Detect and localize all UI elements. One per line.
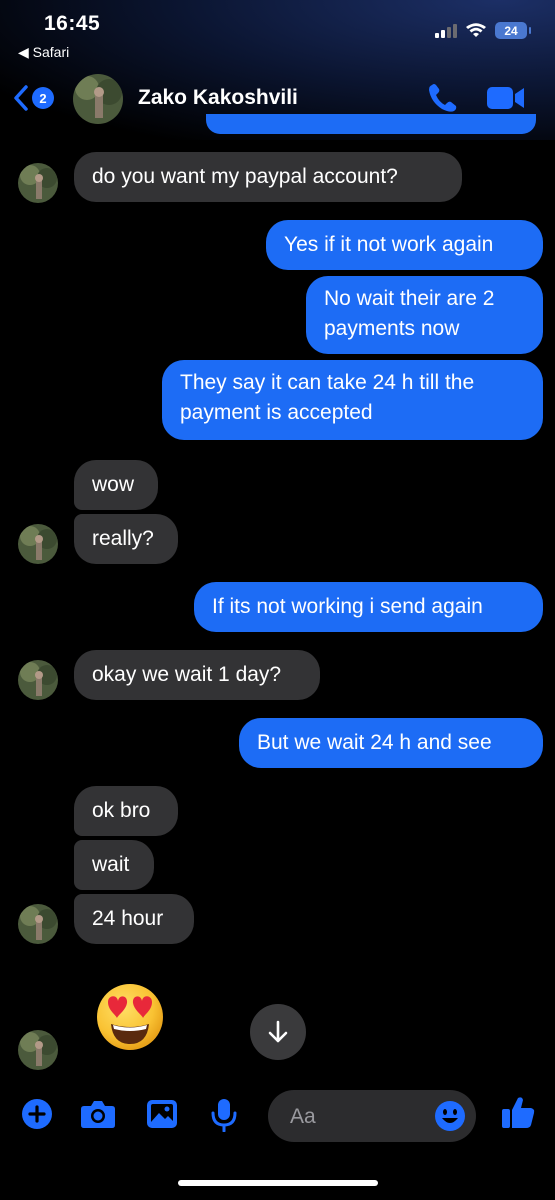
unread-badge: 2 [32,87,54,109]
scroll-to-bottom-button[interactable] [250,1004,306,1060]
phone-icon [429,84,457,112]
message-incoming[interactable]: do you want my paypal account? [74,152,462,202]
back-to-safari[interactable]: ◀ Safari [18,44,69,61]
battery-indicator: 24 [495,22,531,39]
camera-icon [81,1101,115,1128]
wifi-icon [466,22,486,37]
message-input-box[interactable] [268,1090,476,1142]
message-outgoing[interactable]: No wait their are 2 payments now [306,276,543,354]
message-outgoing[interactable]: If its not working i send again [194,582,543,632]
contact-avatar-small [18,163,58,203]
message-incoming[interactable]: wait [74,840,154,890]
heart-eyes-emoji-message[interactable] [95,982,165,1052]
message-outgoing[interactable]: They say it can take 24 h till the payme… [162,360,543,440]
message-outgoing[interactable]: But we wait 24 h and see [239,718,543,768]
message-outgoing[interactable]: Yes if it not work again [266,220,543,270]
arrow-down-icon [268,1020,288,1043]
gallery-icon [147,1100,177,1128]
message-incoming[interactable]: okay we wait 1 day? [74,650,320,700]
avatar-photo [73,74,123,124]
thumbs-up-icon [502,1097,535,1128]
message-incoming[interactable]: really? [74,514,178,564]
message-composer [0,1080,555,1150]
contact-avatar[interactable] [73,74,123,124]
back-chevron-icon [14,85,28,111]
status-bar: 16:45 ◀ Safari 24 [0,0,555,70]
message-incoming[interactable]: ok bro [74,786,178,836]
like-button[interactable] [500,1094,536,1135]
message-input[interactable] [288,1103,432,1131]
plus-icon [22,1099,52,1129]
status-icons: 24 [435,22,531,39]
status-time: 16:45 [44,12,101,35]
gallery-button[interactable] [146,1098,178,1135]
microphone-icon [211,1099,237,1133]
back-button[interactable]: 2 [12,84,54,112]
contact-avatar-small [18,660,58,700]
voice-message-button[interactable] [210,1098,238,1137]
home-indicator [178,1180,378,1186]
message-incoming[interactable]: wow [74,460,158,510]
emoji-picker-button[interactable] [434,1100,466,1137]
message-incoming[interactable]: 24 hour [74,894,194,944]
contact-avatar-small [18,524,58,564]
video-call-button[interactable] [486,84,526,117]
heart-eyes-emoji-icon [97,984,163,1050]
emoji-icon [435,1101,465,1131]
contact-name[interactable]: Zako Kakoshvili [138,86,298,110]
contact-avatar-small [18,904,58,944]
camera-button[interactable] [80,1098,116,1135]
video-camera-icon [487,87,524,109]
more-actions-button[interactable] [21,1098,53,1135]
contact-avatar-small [18,1030,58,1070]
signal-icon [435,23,457,38]
message-bubble-partial[interactable] [206,114,536,134]
